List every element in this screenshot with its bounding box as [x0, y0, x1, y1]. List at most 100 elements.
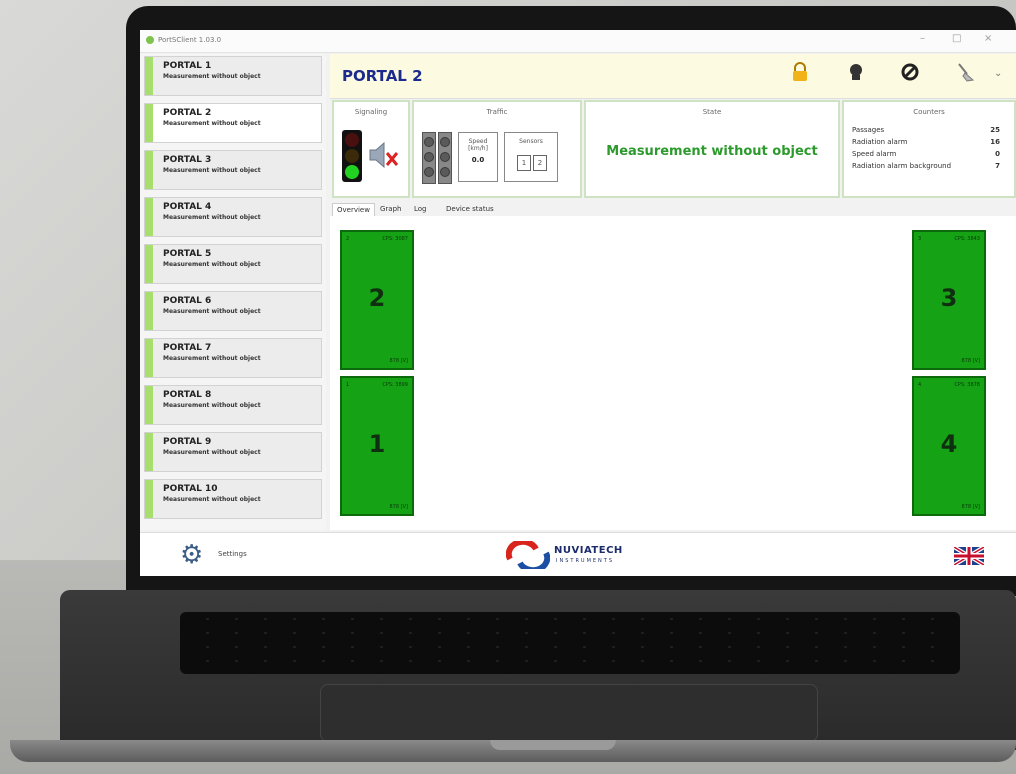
counters-panel: Counters Passages 25 Radiation alarm 16 Sp…: [842, 100, 1016, 198]
portal-name: PORTAL 9: [163, 437, 212, 447]
lock-icon[interactable]: [786, 62, 814, 90]
app-icon: [146, 36, 154, 44]
portal-status: Measurement without object: [163, 73, 261, 80]
tab-overview[interactable]: Overview: [332, 203, 375, 216]
counter-row: Passages 25: [852, 126, 1000, 134]
laptop-notch: [490, 740, 616, 750]
counter-value: 16: [990, 138, 1000, 146]
portal-item-9[interactable]: PORTAL 9 Measurement without object: [144, 432, 322, 472]
status-bar: [145, 433, 153, 471]
portal-name: PORTAL 5: [163, 249, 212, 259]
page-title: PORTAL 2: [342, 67, 423, 85]
speaker-muted-icon[interactable]: [368, 140, 400, 174]
overview-canvas: 2 CPS: 3087 2 878 [V] 1 CPS: 3899 1 878 …: [330, 216, 1016, 530]
chevron-down-icon[interactable]: ⌄: [994, 68, 1002, 79]
portal-name: PORTAL 3: [163, 155, 212, 165]
trackpad: [320, 684, 818, 742]
detector-cps: CPS: 3087: [382, 236, 408, 242]
portal-name: PORTAL 6: [163, 296, 212, 306]
footer: ⚙ Settings NUVIATECH INSTRUMENTS: [140, 532, 1016, 576]
status-bar: [145, 245, 153, 283]
detector-3[interactable]: 3 CPS: 3843 3 878 [V]: [912, 230, 986, 370]
sensor-2: 2: [533, 155, 547, 171]
brand-name: NUVIATECH: [554, 545, 623, 556]
portal-item-6[interactable]: PORTAL 6 Measurement without object: [144, 291, 322, 331]
close-icon[interactable]: ×: [984, 33, 992, 44]
tab-device-status[interactable]: Device status: [442, 203, 498, 215]
title-bar: PortSClient 1.03.0 – □ ×: [140, 30, 1016, 53]
detector-index: 4: [918, 382, 922, 388]
portal-status: Measurement without object: [163, 261, 261, 268]
portal-item-8[interactable]: PORTAL 8 Measurement without object: [144, 385, 322, 425]
sensors-box: Sensors 1 2: [504, 132, 558, 182]
portal-status: Measurement without object: [163, 496, 261, 503]
counter-value: 7: [995, 162, 1000, 170]
detector-1[interactable]: 1 CPS: 3899 1 878 [V]: [340, 376, 414, 516]
settings-label[interactable]: Settings: [218, 550, 247, 558]
maximize-icon[interactable]: □: [952, 33, 961, 44]
detector-voltage: 878 [V]: [389, 504, 408, 510]
gear-icon[interactable]: ⚙: [180, 541, 203, 569]
portal-name: PORTAL 1: [163, 61, 212, 71]
minimize-icon[interactable]: –: [920, 33, 925, 44]
portal-list: PORTAL 1 Measurement without object PORTA…: [140, 54, 326, 530]
status-bar: [145, 339, 153, 377]
camera-icon[interactable]: [842, 62, 870, 90]
state-value: Measurement without object: [606, 144, 818, 159]
counter-row: Radiation alarm 16: [852, 138, 1000, 146]
portal-name: PORTAL 8: [163, 390, 212, 400]
status-bar: [145, 57, 153, 95]
window-title: PortSClient 1.03.0: [158, 36, 222, 44]
speed-value: 0.0: [471, 156, 485, 164]
counters-label: Counters: [913, 108, 945, 116]
traffic-label: Traffic: [486, 108, 508, 116]
counter-row: Speed alarm 0: [852, 150, 1000, 158]
tab-bar: Overview Graph Log Device status: [330, 202, 1016, 216]
status-bar: [145, 198, 153, 236]
portal-name: PORTAL 10: [163, 484, 218, 494]
counter-value: 25: [990, 126, 1000, 134]
portal-item-2[interactable]: PORTAL 2 Measurement without object: [144, 103, 322, 143]
detector-number: 4: [940, 430, 958, 458]
detector-voltage: 878 [V]: [961, 504, 980, 510]
portal-header: PORTAL 2 ⌄: [330, 54, 1016, 99]
portal-item-3[interactable]: PORTAL 3 Measurement without object: [144, 150, 322, 190]
detector-cps: CPS: 3843: [954, 236, 980, 242]
portal-item-7[interactable]: PORTAL 7 Measurement without object: [144, 338, 322, 378]
uk-flag-icon[interactable]: [952, 545, 986, 567]
portal-name: PORTAL 4: [163, 202, 212, 212]
detector-voltage: 878 [V]: [389, 358, 408, 364]
portal-status: Measurement without object: [163, 449, 261, 456]
portal-status: Measurement without object: [163, 167, 261, 174]
portal-item-1[interactable]: PORTAL 1 Measurement without object: [144, 56, 322, 96]
cancel-icon[interactable]: [896, 62, 924, 90]
portal-item-5[interactable]: PORTAL 5 Measurement without object: [144, 244, 322, 284]
speed-box: Speed [km/h] 0.0: [458, 132, 498, 182]
detector-2[interactable]: 2 CPS: 3087 2 878 [V]: [340, 230, 414, 370]
portal-status: Measurement without object: [163, 402, 261, 409]
nuviatech-logo-icon: [505, 538, 551, 574]
portal-status: Measurement without object: [163, 355, 261, 362]
tab-log[interactable]: Log: [410, 203, 431, 215]
traffic-light-left-icon: [422, 132, 436, 184]
keyboard: [180, 612, 960, 674]
status-bar: [145, 292, 153, 330]
detector-number: 1: [368, 430, 386, 458]
sensors-label: Sensors: [519, 138, 543, 145]
portal-name: PORTAL 2: [163, 108, 212, 118]
detector-voltage: 878 [V]: [961, 358, 980, 364]
detector-4[interactable]: 4 CPS: 3878 4 878 [V]: [912, 376, 986, 516]
portal-status: Measurement without object: [163, 214, 261, 221]
broom-icon[interactable]: [952, 62, 980, 90]
detector-index: 2: [346, 236, 350, 242]
status-bar: [145, 104, 153, 142]
traffic-light-icon: [342, 130, 362, 182]
portal-item-10[interactable]: PORTAL 10 Measurement without object: [144, 479, 322, 519]
status-bar: [145, 151, 153, 189]
detector-number: 2: [368, 284, 386, 312]
portal-item-4[interactable]: PORTAL 4 Measurement without object: [144, 197, 322, 237]
signaling-label: Signaling: [354, 108, 388, 116]
status-bar: [145, 386, 153, 424]
tab-graph[interactable]: Graph: [376, 203, 405, 215]
counter-label: Passages: [852, 126, 885, 134]
